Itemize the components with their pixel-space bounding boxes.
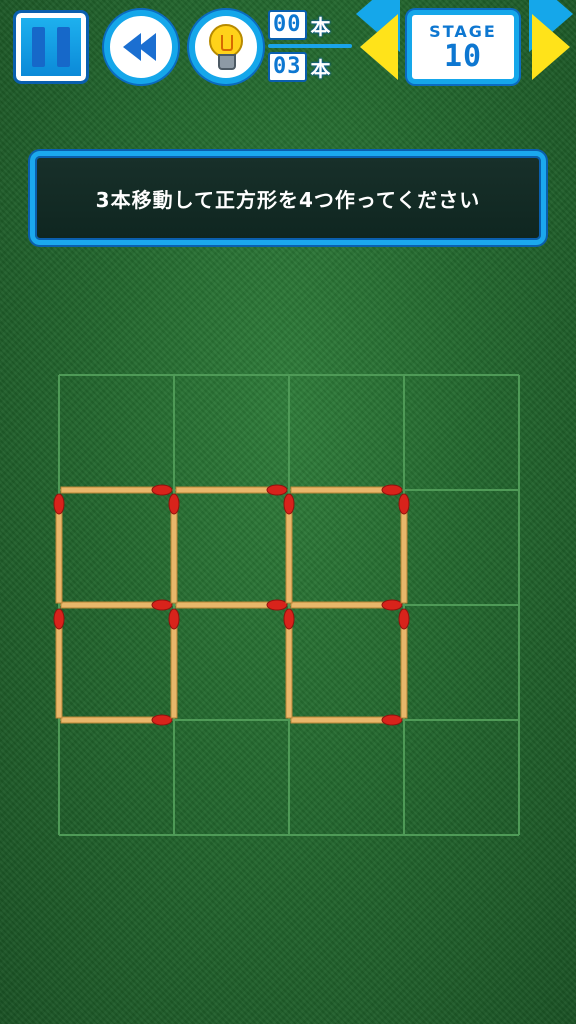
matchstick-head (398, 608, 410, 630)
matchstick-head (381, 714, 403, 726)
matchstick-head (53, 493, 65, 515)
matchstick[interactable] (60, 599, 173, 611)
matchstick-body (290, 601, 397, 609)
matchstick-head (381, 484, 403, 496)
matchstick[interactable] (53, 493, 65, 604)
matchstick-body (60, 601, 167, 609)
matchstick-head (151, 599, 173, 611)
matchstick[interactable] (398, 493, 410, 604)
matchstick[interactable] (290, 484, 403, 496)
matchstick[interactable] (168, 493, 180, 604)
matchstick-body (60, 486, 167, 494)
matchstick[interactable] (283, 493, 295, 604)
matchstick-head (168, 608, 180, 630)
matchstick-head (381, 599, 403, 611)
matchstick[interactable] (175, 599, 288, 611)
matchstick-head (151, 714, 173, 726)
matchstick-head (398, 493, 410, 515)
matchstick[interactable] (60, 484, 173, 496)
matchstick-head (283, 493, 295, 515)
matches-layer (53, 484, 410, 726)
matchstick-head (151, 484, 173, 496)
matchstick[interactable] (398, 608, 410, 719)
matchstick-body (290, 486, 397, 494)
matchstick-head (283, 608, 295, 630)
matchstick-head (168, 493, 180, 515)
matchstick-body (290, 716, 397, 724)
matchstick[interactable] (53, 608, 65, 719)
matchstick-head (266, 484, 288, 496)
matchstick[interactable] (283, 608, 295, 719)
matchstick-body (175, 601, 282, 609)
puzzle-board (53, 374, 520, 836)
matchstick[interactable] (175, 484, 288, 496)
matchstick[interactable] (290, 599, 403, 611)
matchstick[interactable] (60, 714, 173, 726)
matchstick[interactable] (168, 608, 180, 719)
matchstick-body (60, 716, 167, 724)
matchstick-head (266, 599, 288, 611)
matchstick-head (53, 608, 65, 630)
matchstick[interactable] (290, 714, 403, 726)
matchstick-body (175, 486, 282, 494)
